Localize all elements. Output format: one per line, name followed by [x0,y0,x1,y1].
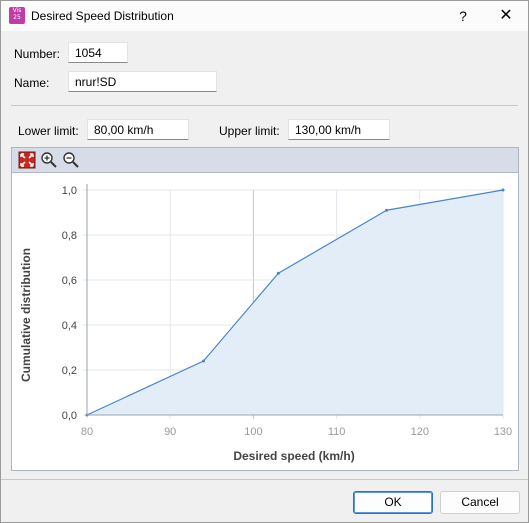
zoom-in-icon[interactable] [40,151,58,169]
y-tick-label: 0,0 [62,410,77,422]
desired-speed-distribution-dialog: Vis 25 Desired Speed Distribution ? ✕ Nu… [0,0,529,523]
app-icon-text-top: Vis [12,7,22,14]
zoom-out-icon[interactable] [62,151,80,169]
title-bar: Vis 25 Desired Speed Distribution ? ✕ [1,1,528,31]
distribution-point[interactable] [385,208,389,212]
help-icon[interactable]: ? [453,5,473,27]
footer-divider [1,479,528,480]
x-tick-label: 120 [411,426,429,438]
x-tick-label: 100 [244,426,262,438]
app-icon-text-bottom: 25 [13,14,21,21]
x-tick-label: 110 [328,426,346,438]
x-tick-label: 130 [494,426,512,438]
upper-limit-field[interactable]: 130,00 km/h [288,119,390,140]
divider [11,105,518,106]
x-tick-label: 80 [81,426,93,438]
lower-limit-label: Lower limit: [18,124,79,138]
distribution-point[interactable] [201,359,205,363]
distribution-point[interactable] [276,271,280,275]
distribution-point[interactable] [501,188,505,192]
chart-toolbar [12,148,518,173]
close-icon[interactable]: ✕ [493,5,519,27]
cancel-button[interactable]: Cancel [440,491,520,514]
y-tick-label: 0,4 [62,320,77,332]
y-tick-label: 0,8 [62,230,77,242]
name-label: Name: [14,76,50,90]
y-tick-label: 1,0 [62,185,77,197]
ok-button[interactable]: OK [353,491,433,514]
window-title: Desired Speed Distribution [31,9,174,23]
x-axis-label: Desired speed (km/h) [233,449,354,463]
app-icon: Vis 25 [9,7,25,24]
y-tick-label: 0,6 [62,275,77,287]
speed-distribution-chart: 80 90 100 110 120 130 0,0 0,2 0,4 0,6 0,8 1,0 Desir… [19,184,512,463]
distribution-area [87,190,503,415]
y-tick-label: 0,2 [62,365,77,377]
zoom-fit-icon[interactable] [18,151,36,169]
lower-limit-field[interactable]: 80,00 km/h [87,119,189,140]
upper-limit-label: Upper limit: [219,124,280,138]
y-axis-label: Cumulative distribution [19,248,33,382]
name-field[interactable]: nrur!SD [68,71,217,92]
number-label: Number: [14,47,61,61]
number-field[interactable]: 1054 [68,42,128,63]
x-tick-label: 90 [164,426,176,438]
chart-panel: 80 90 100 110 120 130 0,0 0,2 0,4 0,6 0,8 1,0 Desir… [11,147,519,471]
